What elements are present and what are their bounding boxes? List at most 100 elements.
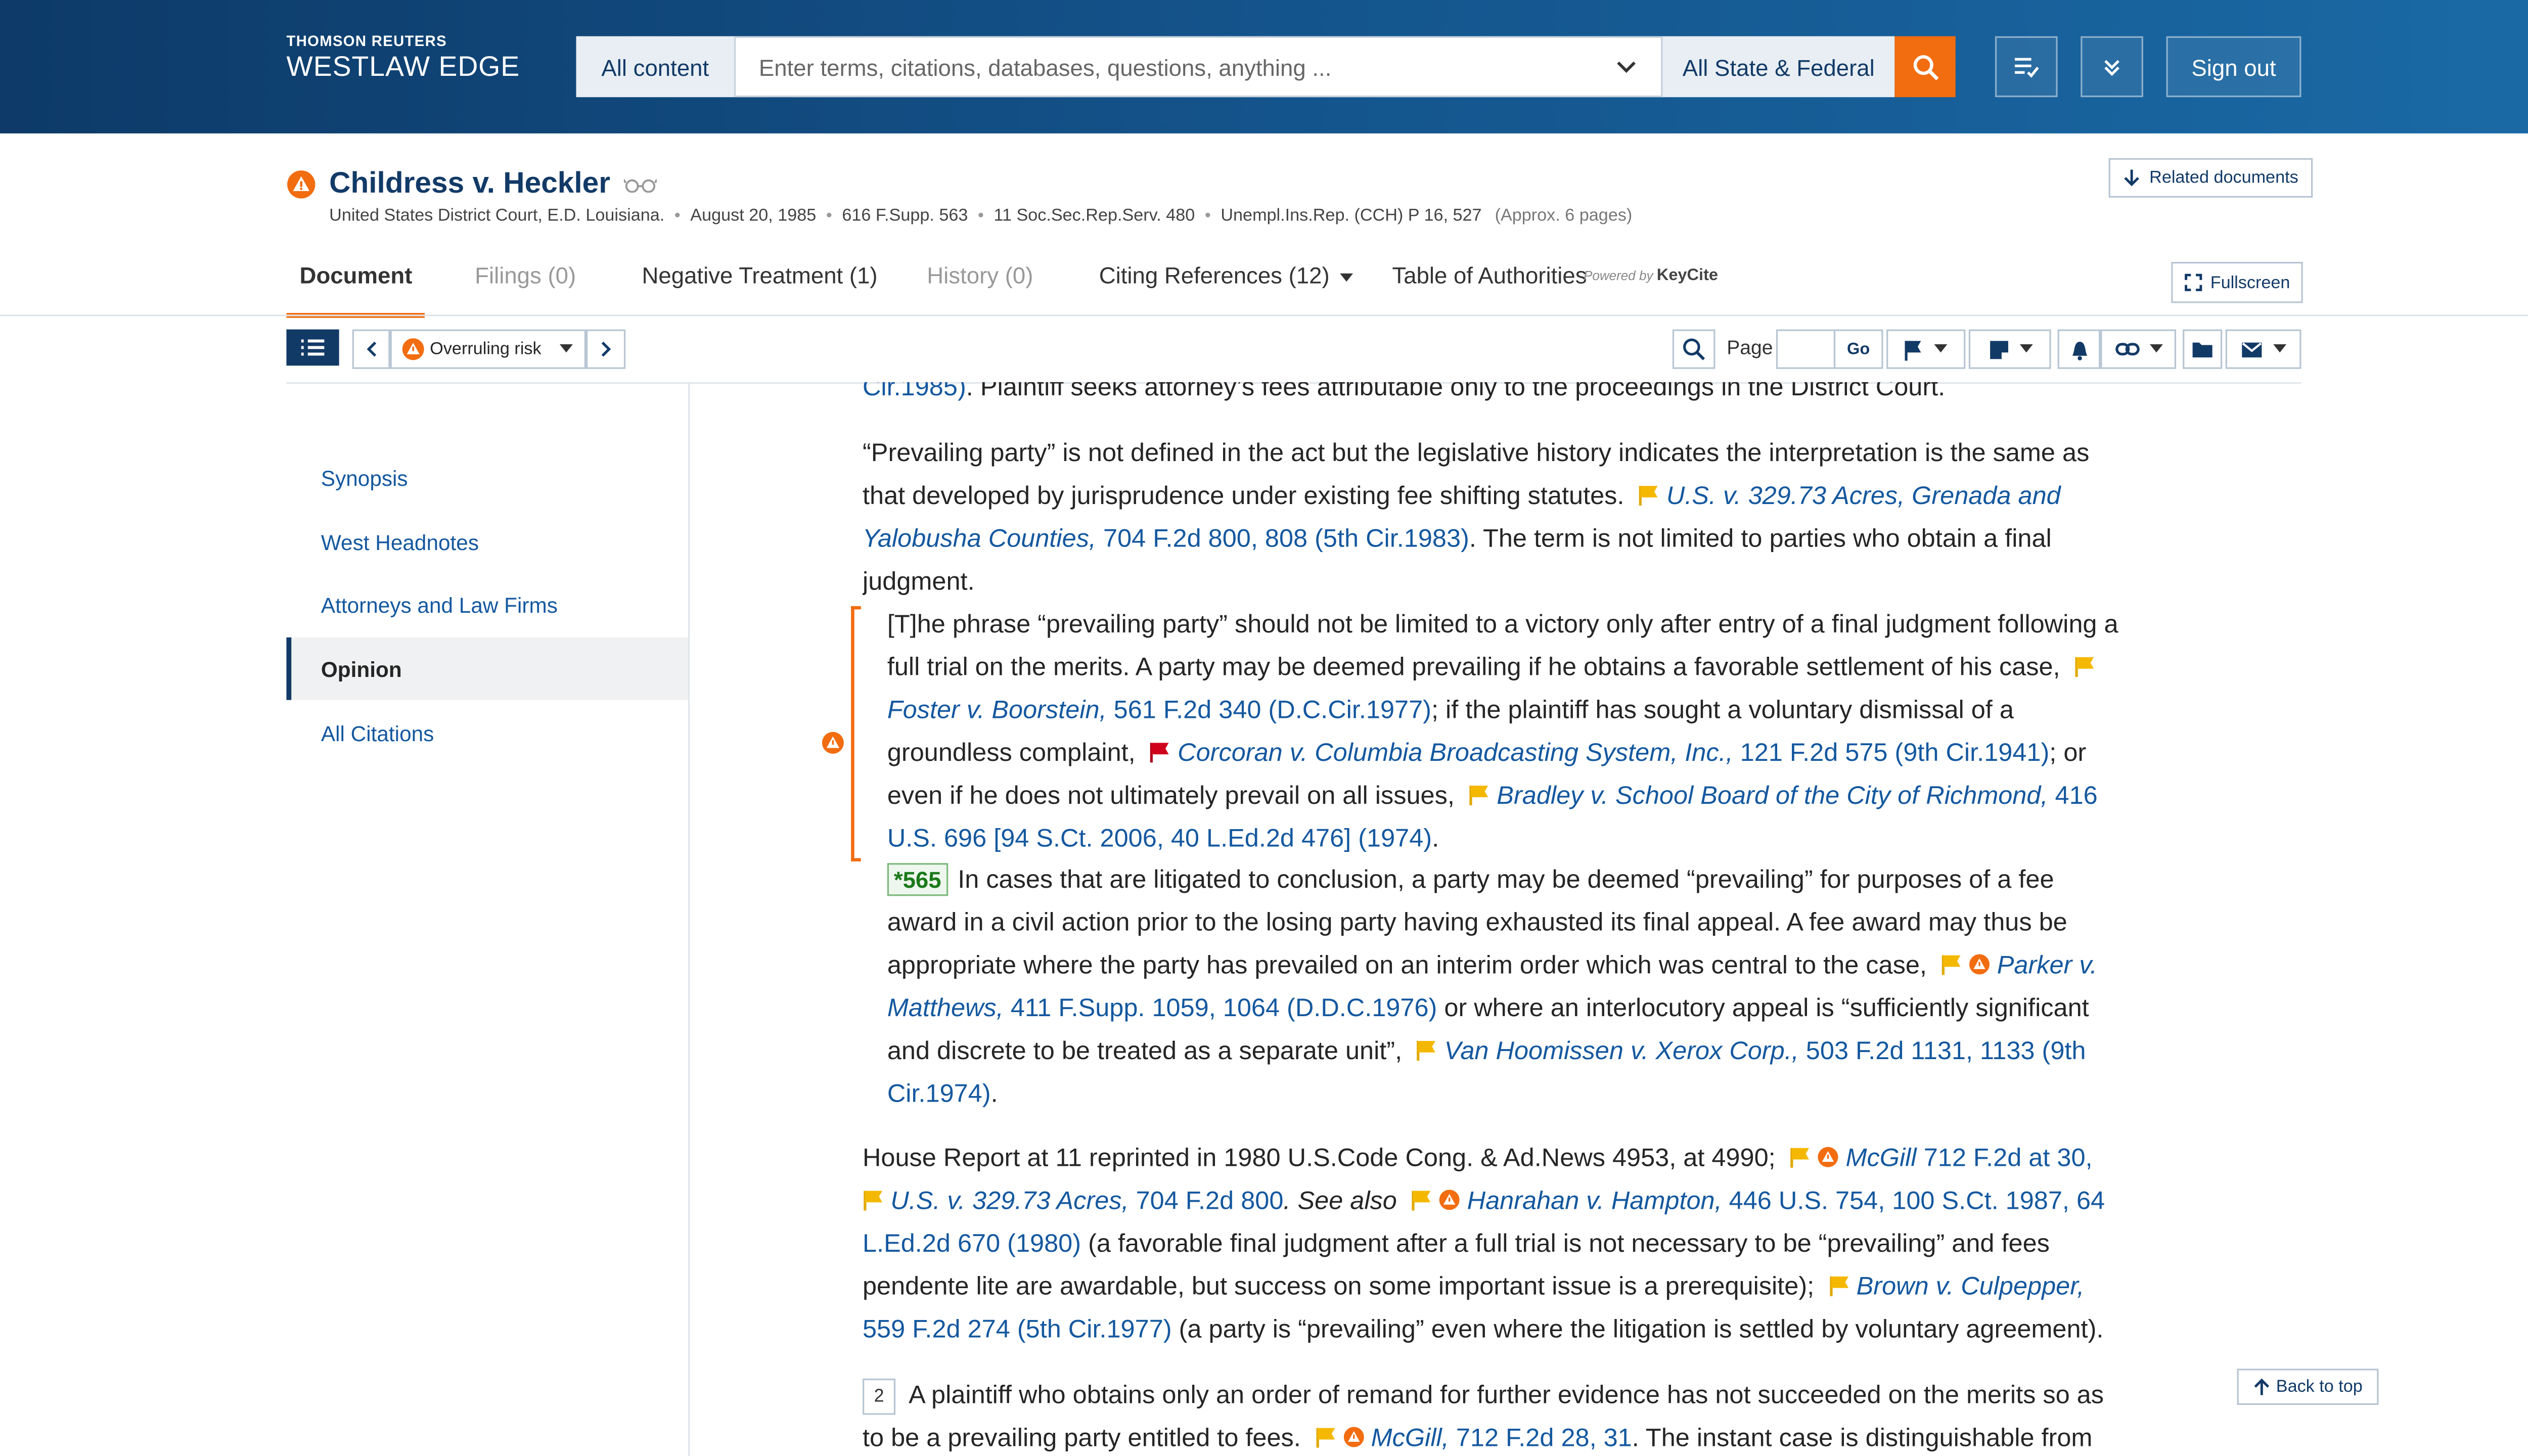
related-documents-button[interactable]: Related documents: [2108, 158, 2313, 198]
document-title: Childress v. Heckler: [329, 166, 611, 200]
history-list-button[interactable]: [1995, 36, 2058, 98]
email-icon: [2242, 342, 2262, 357]
brand-main: WESTLAW EDGE: [286, 51, 520, 82]
sidebar-item-attorneys[interactable]: Attorneys and Law Firms: [286, 573, 688, 636]
quote-marker-bar: [851, 606, 861, 861]
paragraph: “Prevailing party” is not defined in the…: [862, 439, 2090, 597]
folder-icon: [2192, 342, 2213, 357]
caret-down-icon: [2273, 344, 2287, 353]
caret-down-icon: [2149, 344, 2162, 353]
flag-menu-button[interactable]: [1886, 329, 1966, 369]
expand-menu-button[interactable]: [2081, 36, 2143, 98]
tab-history[interactable]: History (0): [927, 247, 1033, 313]
citation-link[interactable]: Cir.1985): [863, 382, 966, 402]
back-to-top-button[interactable]: Back to top: [2237, 1369, 2379, 1405]
case-link[interactable]: McGill,: [1371, 1425, 1449, 1452]
yellow-flag-icon[interactable]: [1941, 953, 1962, 975]
content-scope-button[interactable]: All content: [576, 36, 735, 98]
case-link[interactable]: Bradley v. School Board of the City of R…: [1497, 783, 2048, 810]
tab-negative-treatment[interactable]: Negative Treatment (1): [642, 247, 877, 313]
risk-selector[interactable]: Overruling risk: [388, 329, 586, 369]
paragraph: 2A plaintiff who obtains only an order o…: [862, 1375, 2130, 1456]
case-link[interactable]: Van Hoomissen v. Xerox Corp.,: [1444, 1037, 1799, 1065]
case-link[interactable]: Foster v. Boorstein,: [887, 697, 1107, 724]
caret-down-icon[interactable]: [1339, 273, 1353, 284]
search-bar: All content All State & Federal: [576, 36, 1956, 98]
overruling-risk-icon[interactable]: [286, 169, 316, 199]
brand-logo[interactable]: THOMSON REUTERS WESTLAW EDGE: [286, 33, 520, 84]
case-link[interactable]: U.S. v. 329.73 Acres,: [890, 1188, 1128, 1215]
tab-filings[interactable]: Filings (0): [475, 247, 576, 313]
document-metadata: United States District Court, E.D. Louis…: [329, 206, 1633, 226]
yellow-flag-icon[interactable]: [1639, 484, 1660, 506]
yellow-flag-icon[interactable]: [863, 1189, 884, 1211]
search-input[interactable]: [736, 52, 1586, 82]
yellow-flag-icon[interactable]: [1411, 1189, 1432, 1211]
jurisdiction-button[interactable]: All State & Federal: [1662, 36, 1895, 98]
overruling-risk-icon[interactable]: [1343, 1426, 1364, 1447]
email-menu-button[interactable]: [2225, 329, 2301, 369]
yellow-flag-icon[interactable]: [1469, 784, 1490, 806]
brand-top: THOMSON REUTERS: [286, 33, 447, 50]
caret-down-icon: [1934, 344, 1948, 353]
document-outline: Synopsis West Headnotes Attorneys and La…: [286, 382, 688, 1456]
citation-link[interactable]: 121 F.2d 575 (9th Cir.1941): [1740, 740, 2050, 767]
court-name: United States District Court, E.D. Louis…: [329, 206, 665, 226]
citation-1: 616 F.Supp. 563: [842, 206, 968, 226]
citation-2: 11 Soc.Sec.Rep.Serv. 480: [994, 206, 1195, 226]
chevron-right-icon: [601, 341, 611, 357]
overruling-risk-icon[interactable]: [1439, 1189, 1460, 1210]
case-link[interactable]: Hanrahan v. Hampton,: [1467, 1188, 1722, 1215]
citation-link[interactable]: 559 F.2d 274 (5th Cir.1977): [863, 1316, 1172, 1344]
case-link[interactable]: Corcoran v. Columbia Broadcasting System…: [1178, 740, 1733, 767]
chevron-down-icon[interactable]: [1615, 55, 1638, 78]
next-risk-button[interactable]: [586, 329, 626, 369]
yellow-flag-icon[interactable]: [1828, 1275, 1849, 1296]
citation-link[interactable]: 704 F.2d 800: [1136, 1188, 1284, 1215]
tab-citing-references[interactable]: Citing References (12): [1099, 247, 1330, 313]
tab-table-of-authorities[interactable]: Table of Authorities: [1392, 247, 1587, 313]
block-quote: [T]he phrase “prevailing party” should n…: [887, 611, 2118, 853]
citation-link[interactable]: 704 F.2d 800, 808 (5th Cir.1983): [1103, 525, 1469, 553]
overruling-risk-icon[interactable]: [1818, 1146, 1839, 1167]
yellow-flag-icon[interactable]: [2074, 656, 2096, 677]
sidebar-item-synopsis[interactable]: Synopsis: [286, 446, 688, 509]
yellow-flag-icon[interactable]: [1416, 1039, 1437, 1061]
keycite-brand: KeyCite: [1656, 266, 1719, 285]
yellow-flag-icon[interactable]: [1790, 1146, 1811, 1168]
previous-risk-button[interactable]: [352, 329, 392, 369]
tab-document[interactable]: Document: [286, 247, 426, 318]
alert-button[interactable]: [2057, 329, 2101, 369]
citation-link[interactable]: 411 F.Supp. 1059, 1064 (D.D.C.1976): [1011, 995, 1437, 1023]
link-menu-button[interactable]: [2100, 329, 2177, 369]
search-button[interactable]: [1894, 36, 1956, 98]
overruling-risk-icon[interactable]: [822, 732, 845, 755]
sidebar-item-all-citations[interactable]: All Citations: [286, 702, 688, 764]
case-link[interactable]: Brown v. Culpepper,: [1857, 1273, 2085, 1301]
star-page-marker[interactable]: *565: [887, 863, 948, 896]
find-in-document-button[interactable]: [1672, 329, 1716, 369]
toc-toggle-button[interactable]: [286, 329, 339, 366]
footnote-marker[interactable]: 2: [862, 1378, 896, 1415]
list-icon: [301, 339, 325, 356]
go-button[interactable]: Go: [1833, 329, 1883, 369]
citation-link[interactable]: 712 F.2d 28, 31: [1456, 1425, 1632, 1452]
save-to-folder-button[interactable]: [2183, 329, 2223, 369]
citation-link[interactable]: 712 F.2d at 30,: [1924, 1145, 2093, 1172]
block-quote: *565 In cases that are litigated to concl…: [887, 860, 2122, 1117]
glasses-icon[interactable]: [623, 175, 657, 192]
red-flag-icon[interactable]: [1150, 741, 1171, 763]
overruling-risk-icon[interactable]: [1969, 953, 1990, 975]
page-number-input[interactable]: [1776, 329, 1836, 369]
fullscreen-button[interactable]: Fullscreen: [2171, 262, 2303, 303]
yellow-flag-icon[interactable]: [1315, 1426, 1336, 1448]
sign-out-button[interactable]: Sign out: [2166, 36, 2301, 98]
case-link[interactable]: McGill: [1845, 1145, 1916, 1172]
document-tabs: Document Filings (0) Negative Treatment …: [286, 247, 1636, 318]
chevron-left-icon: [367, 341, 377, 357]
sidebar-item-west-headnotes[interactable]: West Headnotes: [286, 511, 688, 573]
annotation-menu-button[interactable]: [1968, 329, 2051, 369]
paragraph: Cir.1985). Plaintiff seeks attorney’s fe…: [863, 382, 2130, 410]
sidebar-item-opinion[interactable]: Opinion: [286, 637, 688, 700]
citation-link[interactable]: 561 F.2d 340 (D.C.Cir.1977): [1114, 697, 1431, 724]
